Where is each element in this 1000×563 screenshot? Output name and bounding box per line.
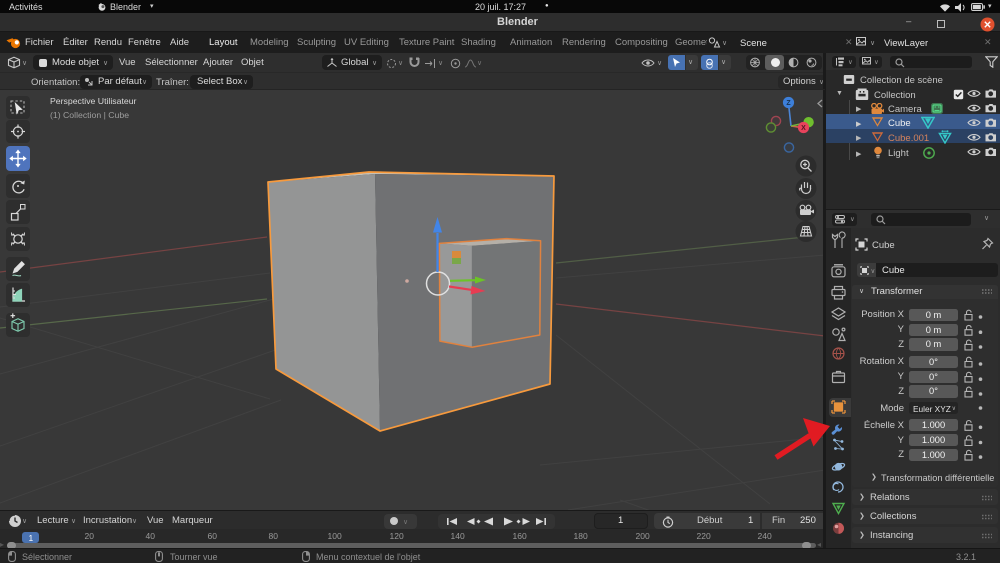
svg-text:Perspective Utilisateur: Perspective Utilisateur <box>50 96 137 106</box>
svg-text:Z: Z <box>786 100 791 107</box>
svg-text:(1) Collection | Cube: (1) Collection | Cube <box>50 110 129 120</box>
svg-text:X: X <box>801 125 806 132</box>
